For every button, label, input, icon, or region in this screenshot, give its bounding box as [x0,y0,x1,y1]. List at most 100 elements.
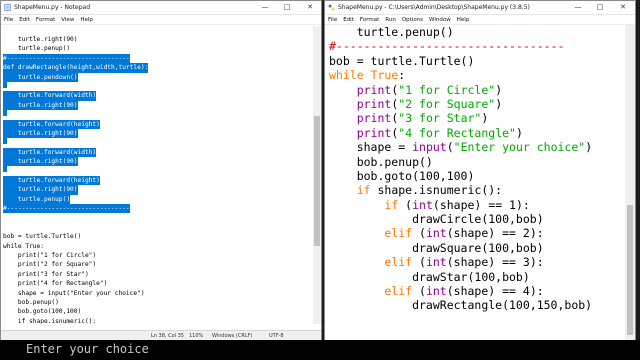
code-token: ( [412,226,426,241]
idle-titlebar[interactable]: ShapeMenu.py - C:\Users\Admin\Desktop\Sh… [325,1,635,15]
code-token: drawSquare(100,bob) [329,240,544,255]
code-token: while [329,68,364,83]
code-token: (shape) == 4): [446,284,544,299]
idle-code-line: bob.penup() [329,155,625,169]
code-token: drawStar(100,bob) [329,269,530,284]
code-token: print [356,82,392,97]
status-position: Ln 38, Col 35 [151,333,184,339]
notepad-menu-format[interactable]: Format [33,17,58,23]
code-token: int [425,255,447,270]
idle-code-line: turtle.penup() [329,25,625,39]
idle-code-line: drawCircle(100,bob) [329,212,625,226]
code-token: ) [585,140,593,155]
code-token: ) [495,96,503,111]
idle-code-line: if shape.isnumeric(): [329,183,625,197]
code-token: "Enter your choice" [453,140,586,155]
code-token: bob.goto(100,100) [329,168,475,183]
notepad-vertical-scrollbar[interactable] [313,26,321,324]
code-token: int [425,226,447,241]
code-token: elif [384,255,413,270]
code-token: #--------------------------------- [329,39,565,54]
idle-code-line: elif (int(shape) == 4): [329,284,625,298]
notepad-close-icon[interactable]: ✕ [300,1,320,14]
code-token: shape = [329,140,413,155]
notepad-menu-file[interactable]: File [1,17,16,23]
code-token: int [412,197,433,212]
code-token: True [370,68,399,83]
code-token: if [356,183,371,198]
notepad-titlebar[interactable]: ShapeMenu.py - Notepad — □ ✕ [1,1,321,15]
code-token: print [356,111,392,126]
idle-menu-format[interactable]: Format [357,17,382,23]
notepad-code-line: turtle.right(90) [3,157,78,167]
idle-menu-options[interactable]: Options [399,17,426,23]
idle-vertical-scrollbar[interactable] [625,25,635,341]
idle-scroll-thumb[interactable] [627,205,633,335]
code-token: ) [495,82,503,97]
idle-menu-help[interactable]: Help [454,17,473,23]
code-token: elif [384,284,413,299]
code-token: drawCircle(100,bob) [329,212,544,227]
code-token: "1 for Circle" [398,82,496,97]
idle-menu-edit[interactable]: Edit [340,17,357,23]
notepad-scroll-thumb[interactable] [314,116,320,246]
code-token: ( [412,284,426,299]
code-token: (shape) == 3): [446,255,544,270]
code-token: ( [398,197,413,212]
idle-code-area[interactable]: turtle.penup() #-------------------------… [329,25,625,325]
code-token: input [412,140,447,155]
code-token: "4 for Rectangle" [398,125,516,140]
notepad-text-area[interactable]: turtle.right(90) turtle.penup() #--------… [3,26,311,324]
idle-maximize-icon[interactable]: □ [590,1,610,14]
idle-code-line: shape = input("Enter your choice") [329,140,625,154]
notepad-minimize-icon[interactable]: — [255,1,275,14]
idle-menu-run[interactable]: Run [382,17,399,23]
idle-code-line: drawRectangle(100,150,bob) [329,298,625,312]
code-token: print [356,96,392,111]
code-token: turtle.penup() [329,25,454,39]
code-token: ) [515,125,523,140]
status-encoding: UTF-8 [269,333,284,339]
notepad-menubar: File Edit Format View Help [1,15,321,25]
idle-menubar: File Edit Format Run Options Window Help [325,15,635,25]
shell-console[interactable]: Enter your choice [0,340,640,360]
idle-code-line: bob = turtle.Turtle() [329,54,625,68]
idle-code-line: while True: [329,68,625,82]
idle-menu-window[interactable]: Window [426,17,454,23]
notepad-code-line: turtle.right(90) [3,128,78,139]
code-token: "3 for Star" [398,111,482,126]
idle-code-line: bob.goto(100,100) [329,169,625,183]
idle-editor-window: ShapeMenu.py - C:\Users\Admin\Desktop\Sh… [324,0,636,342]
code-token: ( [446,140,454,155]
code-token: int [425,284,447,299]
idle-title: ShapeMenu.py - C:\Users\Admin\Desktop\Sh… [338,4,530,11]
idle-code-line: print("1 for Circle") [329,83,625,97]
python-app-icon [328,4,335,11]
code-token: print [356,125,392,140]
code-token: elif [384,226,413,241]
code-token: if [384,197,399,212]
idle-close-icon[interactable]: ✕ [613,1,633,14]
code-token: (shape) == 1): [432,197,530,212]
notepad-menu-help[interactable]: Help [77,17,96,23]
idle-code-line: print("4 for Rectangle") [329,126,625,140]
notepad-code-line: turtle.pendown() [3,72,78,82]
idle-minimize-icon[interactable]: — [568,1,588,14]
code-token: (shape) == 2): [446,226,544,241]
idle-code-line: elif (int(shape) == 3): [329,255,625,269]
idle-code-line: drawSquare(100,bob) [329,241,625,255]
notepad-menu-view[interactable]: View [58,17,77,23]
notepad-menu-edit[interactable]: Edit [16,17,33,23]
notepad-maximize-icon[interactable]: □ [277,1,297,14]
code-token: "2 for Square" [398,96,496,111]
notepad-window: ShapeMenu.py - Notepad — □ ✕ File Edit For… [0,0,322,342]
notepad-code-line: #--------------------------------- [3,204,130,214]
idle-menu-file[interactable]: File [325,17,340,23]
